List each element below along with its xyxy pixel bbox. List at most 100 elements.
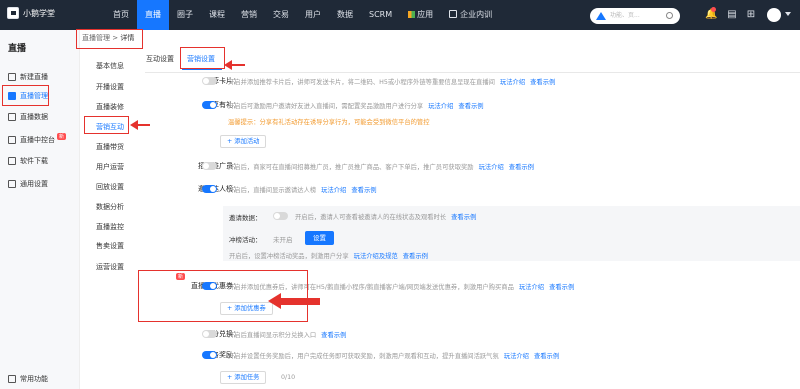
recommend-link-intro[interactable]: 玩法介绍 (500, 79, 525, 86)
sidebar-item-live-data[interactable]: 直播数据 (6, 108, 76, 125)
rush-desc: 开启后，设置冲榜活动奖品，刺激用户分享 玩法介绍及规范 查看示例 (229, 251, 428, 260)
subnav-analysis[interactable]: 数据分析 (96, 202, 124, 212)
subnav-replay[interactable]: 回放设置 (96, 182, 124, 192)
coupon-link-intro[interactable]: 玩法介绍 (519, 284, 544, 291)
search-icon[interactable] (666, 12, 673, 19)
task-link-example[interactable]: 查看示例 (534, 353, 559, 360)
invite-data-label: 邀请数据： (229, 214, 262, 222)
invite-data-toggle[interactable] (273, 212, 288, 220)
calendar-icon[interactable]: ▤ (726, 9, 738, 21)
top-nav: 首页 直播 圈子 课程 营销 交易 用户 数据 SCRM 应用 企业内训 (105, 0, 500, 30)
sidebar-item-label: 直播数据 (20, 112, 48, 121)
points-desc-text: 开启后直播间显示积分兑换入口 (228, 332, 317, 339)
invite-data-desc-text: 开启后，邀请人可查看被邀请人的在线状态及观看时长 (295, 214, 447, 221)
grid-menu-icon[interactable]: ⊞ (745, 9, 757, 21)
rush-desc-text: 开启后，设置冲榜活动奖品，刺激用户分享 (229, 253, 349, 260)
topnav-corp-training[interactable]: 企业内训 (441, 0, 500, 30)
sidebar-item-label: 直播中控台 (20, 135, 55, 144)
chart-icon (8, 112, 16, 121)
invite-link-intro[interactable]: 玩法介绍 (321, 187, 346, 194)
red-arrow-tab (224, 60, 245, 70)
subnav-decor[interactable]: 直播装修 (96, 102, 124, 112)
sidebar-item-download[interactable]: 软件下载 (6, 152, 76, 169)
share-link-example[interactable]: 查看示例 (458, 103, 483, 110)
task-desc-text: 开启并设置任务奖励后，用户完成任务即可获取奖励，刺激用户观看和互动，提升直播间活… (228, 353, 499, 360)
plus-doc-icon (8, 72, 16, 81)
red-arrow-subnav (130, 120, 150, 130)
sidebar-title: 直播 (8, 44, 27, 54)
sidebar: 直播 新建直播 直播管理 直播数据 直播中控台新 软件下载 通用设置 常用功能 (0, 30, 80, 389)
share-toggle[interactable] (202, 101, 217, 109)
invite-data-link-example[interactable]: 查看示例 (451, 214, 476, 221)
gear-icon (8, 179, 16, 188)
points-desc: 开启后直播间显示积分兑换入口 查看示例 (228, 330, 346, 339)
promoter-toggle[interactable] (202, 162, 217, 170)
topnav-marketing[interactable]: 营销 (233, 0, 265, 30)
sidebar-item-console[interactable]: 直播中控台新 (6, 131, 76, 148)
tab-interaction[interactable]: 互动设置 (146, 54, 174, 64)
rush-label: 冲榜活动： (229, 236, 262, 244)
brand-name: 小鹅学堂 (23, 8, 55, 18)
avatar[interactable] (767, 8, 781, 22)
coupon-link-example[interactable]: 查看示例 (549, 284, 574, 291)
points-link-example[interactable]: 查看示例 (321, 332, 346, 339)
subnav-ops-settings[interactable]: 运营设置 (96, 262, 124, 272)
rush-settings-button[interactable]: 设置 (305, 231, 334, 245)
share-desc-text: 开启后可激励用户邀请好友进入直播间，需配置奖品激励用户进行分享 (228, 103, 424, 110)
recommend-toggle[interactable] (202, 77, 217, 85)
sidebar-item-settings[interactable]: 通用设置 (6, 175, 76, 192)
subnav-user-ops[interactable]: 用户运营 (96, 162, 124, 172)
share-warning: 温馨提示：分享有礼活动存在诱导分享行为，可能会受到微信平台的管控 (228, 119, 430, 126)
add-activity-button[interactable]: + 添加活动 (220, 135, 267, 148)
recommend-link-example[interactable]: 查看示例 (530, 79, 555, 86)
download-icon (8, 156, 16, 165)
recommend-desc: 开启并添加推荐卡片后，讲师可发送卡片，将二维码、H5或小程序外链等重要信息呈现在… (228, 77, 555, 86)
promoter-link-example[interactable]: 查看示例 (509, 164, 534, 171)
topnav-trade[interactable]: 交易 (265, 0, 297, 30)
brand[interactable]: 小鹅学堂 (7, 7, 55, 19)
sidebar-footer-label: 常用功能 (20, 374, 48, 383)
task-toggle[interactable] (202, 351, 217, 359)
chevron-down-icon[interactable] (785, 12, 791, 16)
topnav-course[interactable]: 课程 (201, 0, 233, 30)
topnav-scrm[interactable]: SCRM (361, 0, 400, 30)
search-input[interactable]: 功能、页... (590, 8, 680, 24)
subnav-sale-settings[interactable]: 售卖设置 (96, 241, 124, 251)
topnav-data[interactable]: 数据 (329, 0, 361, 30)
sidebar-item-label: 通用设置 (20, 179, 48, 188)
sidebar-item-label: 软件下载 (20, 156, 48, 165)
topnav-home[interactable]: 首页 (105, 0, 137, 30)
task-desc: 开启并设置任务奖励后，用户完成任务即可获取奖励，刺激用户观看和互动，提升直播间活… (228, 351, 559, 360)
rush-link-rules[interactable]: 玩法介绍及规范 (354, 253, 398, 260)
monitor-icon (8, 135, 16, 144)
add-task-button[interactable]: + 添加任务 (220, 371, 267, 384)
subnav-monitor[interactable]: 直播监控 (96, 222, 124, 232)
topnav-live[interactable]: 直播 (137, 0, 169, 30)
topnav-user[interactable]: 用户 (297, 0, 329, 30)
share-desc: 开启后可激励用户邀请好友进入直播间，需配置奖品激励用户进行分享 玩法介绍 查看示例 (228, 101, 484, 110)
promoter-desc-text: 开启后，商家可在直播间招募推广员，推广员推广商品、客户下单后，推广员可获取奖励 (228, 164, 474, 171)
task-link-intro[interactable]: 玩法介绍 (504, 353, 529, 360)
tab-divider (145, 72, 800, 73)
share-link-intro[interactable]: 玩法介绍 (428, 103, 453, 110)
search-placeholder: 功能、页... (610, 12, 640, 19)
subnav-broadcast[interactable]: 开播设置 (96, 82, 124, 92)
brand-logo-icon (7, 7, 19, 19)
new-badge: 新 (57, 132, 67, 140)
subnav-basic[interactable]: 基本信息 (96, 61, 124, 71)
invite-subpanel: 邀请数据： 开启后，邀请人可查看被邀请人的在线状态及观看时长 查看示例 冲榜活动：… (223, 206, 800, 261)
sidebar-item-label: 新建直播 (20, 72, 48, 81)
points-toggle[interactable] (202, 330, 217, 338)
highlight-box-tab (180, 47, 225, 69)
invite-toggle[interactable] (202, 185, 217, 193)
promoter-link-intro[interactable]: 玩法介绍 (479, 164, 504, 171)
rush-link-example[interactable]: 查看示例 (403, 253, 428, 260)
topnav-apps[interactable]: 应用 (400, 0, 441, 30)
sidebar-footer-common[interactable]: 常用功能 (6, 370, 76, 387)
invite-link-example[interactable]: 查看示例 (351, 187, 376, 194)
invite-desc-text: 开启后，直播间显示邀请达人榜 (228, 187, 317, 194)
highlight-box-breadcrumb (76, 29, 143, 49)
sidebar-item-new-live[interactable]: 新建直播 (6, 68, 76, 85)
subnav-sales[interactable]: 直播带货 (96, 142, 124, 152)
topnav-circle[interactable]: 圈子 (169, 0, 201, 30)
